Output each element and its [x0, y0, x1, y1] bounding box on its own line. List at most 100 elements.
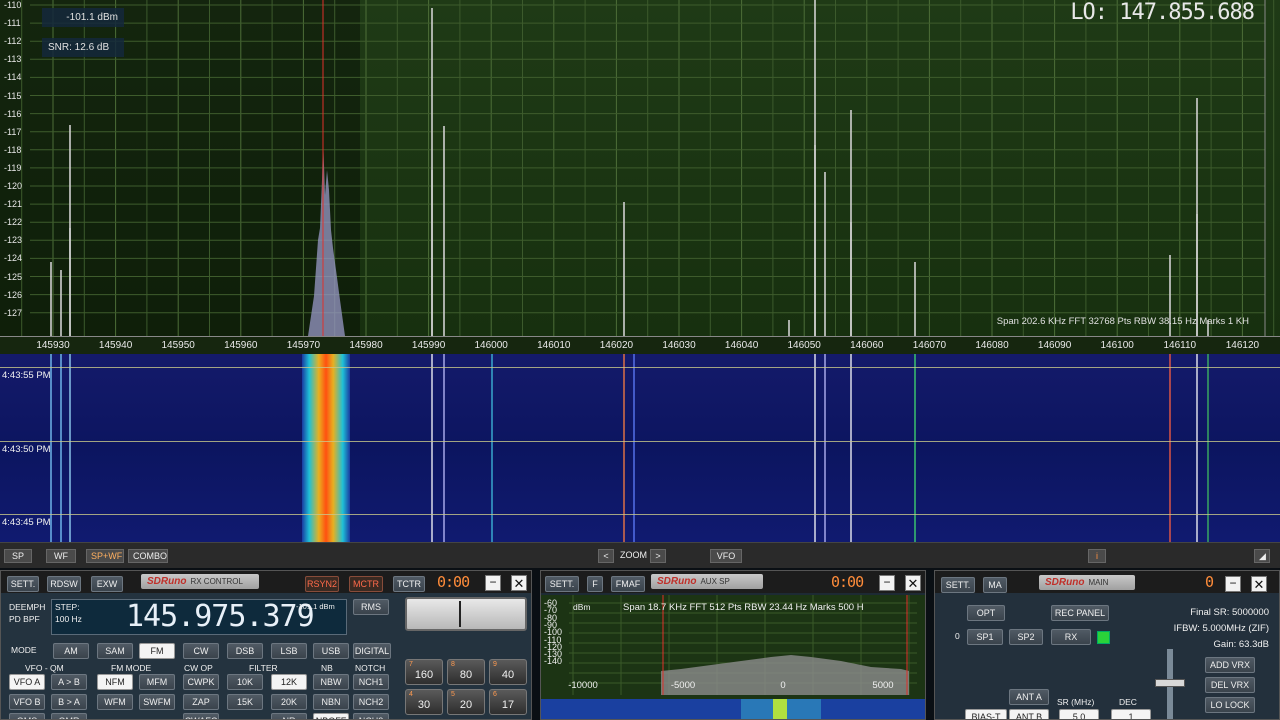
aux-spectrum[interactable]: dBm Span 18.7 KHz FFT 512 Pts RBW 23.44 …: [541, 595, 925, 719]
lo-readout[interactable]: LO: 147.855.688: [1070, 0, 1255, 25]
rsyn2-button[interactable]: RSYN2: [305, 576, 339, 592]
minimize-icon[interactable]: −: [879, 575, 895, 591]
rx-button-vfoa[interactable]: VFO A: [9, 674, 45, 690]
rx-button-nch1[interactable]: NCH1: [353, 674, 389, 690]
rx-button-swfm[interactable]: SWFM: [139, 694, 175, 710]
resize-icon[interactable]: ◢: [1254, 549, 1270, 563]
aux-sett-button[interactable]: SETT.: [545, 576, 579, 592]
rx-button-nch3[interactable]: NCH3: [353, 713, 389, 719]
pd-bpf-label[interactable]: PD BPF: [9, 614, 40, 624]
rx-button-15k[interactable]: 15K: [227, 694, 263, 710]
rx-button-nbw[interactable]: NBW: [313, 674, 349, 690]
db-tick: -125: [4, 271, 23, 282]
rx-button-ba[interactable]: B > A: [51, 694, 87, 710]
mode-button-fm[interactable]: FM: [139, 643, 175, 659]
sr-select[interactable]: 5.0: [1059, 709, 1099, 719]
sp2-button[interactable]: SP2: [1009, 629, 1043, 645]
ant-b-button[interactable]: ANT B: [1009, 709, 1049, 719]
rx-button-ab[interactable]: A > B: [51, 674, 87, 690]
f-button[interactable]: F: [587, 576, 603, 592]
rx-button[interactable]: RX: [1051, 629, 1091, 645]
vfo-button[interactable]: VFO: [710, 549, 742, 563]
exw-button[interactable]: EXW: [91, 576, 123, 592]
frequency-display[interactable]: STEP: 100 Hz 145.975.379 -101.1 dBm: [51, 599, 347, 635]
sp-button[interactable]: SP: [4, 549, 32, 563]
rx-sett-button[interactable]: SETT.: [7, 576, 39, 592]
info-icon[interactable]: i: [1088, 549, 1106, 563]
mode-button-dsb[interactable]: DSB: [227, 643, 263, 659]
del-vrx-button[interactable]: DEL VRX: [1205, 677, 1255, 693]
deemph-label[interactable]: DEEMPH: [9, 602, 45, 612]
rx-button-nch2[interactable]: NCH2: [353, 694, 389, 710]
waterfall[interactable]: 4:43:55 PM 4:43:50 PM 4:43:45 PM: [0, 354, 1280, 542]
band-key[interactable]: 6 17: [489, 689, 527, 715]
rx-button-mfm[interactable]: MFM: [139, 674, 175, 690]
band-key[interactable]: 9 40: [489, 659, 527, 685]
sp1-button[interactable]: SP1: [967, 629, 1003, 645]
fmaf-button[interactable]: FMAF: [611, 576, 645, 592]
close-icon[interactable]: ✕: [1251, 576, 1267, 592]
mctr-button[interactable]: MCTR: [349, 576, 383, 592]
mode-button-cw[interactable]: CW: [183, 643, 219, 659]
rx-button-qmr[interactable]: QMR: [51, 713, 87, 719]
rx-button-nboff[interactable]: NBOFF: [313, 713, 349, 719]
rec-panel-button[interactable]: REC PANEL: [1051, 605, 1109, 621]
rx-button-cwafc[interactable]: CWAFC: [183, 713, 219, 719]
rx-button-zap[interactable]: ZAP: [183, 694, 219, 710]
rms-button[interactable]: RMS: [353, 599, 389, 615]
zoom-out-button[interactable]: <: [598, 549, 614, 563]
band-key[interactable]: 7 160: [405, 659, 443, 685]
step-value[interactable]: 100 Hz: [55, 614, 82, 624]
rx-button-10k[interactable]: 10K: [227, 674, 263, 690]
ant-a-button[interactable]: ANT A: [1009, 689, 1049, 705]
minimize-icon[interactable]: −: [1225, 576, 1241, 592]
close-icon[interactable]: ✕: [511, 575, 527, 591]
bias-t-button[interactable]: BIAS-T: [965, 709, 1007, 719]
mode-button-digital[interactable]: DIGITAL: [353, 643, 391, 659]
freq-tick: 146120: [1225, 340, 1260, 351]
vfo-frequency[interactable]: 145.975.379: [126, 599, 315, 634]
db-tick: -124: [4, 253, 23, 264]
rx-button-12k[interactable]: 12K: [271, 674, 307, 690]
main-panel: SETT. MA SDRuno MAIN 0 − ✕ OPT REC PANEL …: [934, 570, 1280, 720]
rx-button-20k[interactable]: 20K: [271, 694, 307, 710]
wf-button[interactable]: WF: [46, 549, 76, 563]
band-key-value: 30: [417, 699, 431, 711]
aux-span-info: Span 18.7 KHz FFT 512 Pts RBW 23.44 Hz M…: [623, 602, 864, 613]
ifbw: IFBW: 5.000MHz (ZIF): [1173, 623, 1269, 634]
rx-button-qms[interactable]: QMS: [9, 713, 45, 719]
freq-tick: 146020: [599, 340, 634, 351]
rx-button-nfm[interactable]: NFM: [97, 674, 133, 690]
rx-button-vfob[interactable]: VFO B: [9, 694, 45, 710]
rx-button-nr[interactable]: NR: [271, 713, 307, 719]
mode-button-am[interactable]: AM: [53, 643, 89, 659]
band-key[interactable]: 5 20: [447, 689, 485, 715]
rx-button-wfm[interactable]: WFM: [97, 694, 133, 710]
band-key[interactable]: 8 80: [447, 659, 485, 685]
frequency-axis[interactable]: 145930 145940 145950 145960 145970 145980 1459…: [0, 336, 1280, 354]
band-key-number: 9: [493, 661, 497, 668]
mode-button-usb[interactable]: USB: [313, 643, 349, 659]
opt-button[interactable]: OPT: [967, 605, 1005, 621]
sp-wf-button[interactable]: SP+WF: [86, 549, 124, 563]
tctr-button[interactable]: TCTR: [393, 576, 425, 592]
band-key[interactable]: 4 30: [405, 689, 443, 715]
combo-button[interactable]: COMBO: [128, 549, 168, 563]
zoom-in-button[interactable]: >: [650, 549, 666, 563]
rdsw-button[interactable]: RDSW: [47, 576, 81, 592]
main-sett-button[interactable]: SETT.: [941, 577, 975, 593]
rx-button-nbn[interactable]: NBN: [313, 694, 349, 710]
add-vrx-button[interactable]: ADD VRX: [1205, 657, 1255, 673]
main-spectrum[interactable]: -110 -111 -112 -113 -114 -115 -116 -117 -118 -119…: [0, 0, 1280, 336]
minimize-icon[interactable]: −: [485, 575, 501, 591]
rx-button-cwpk[interactable]: CWPK: [183, 674, 219, 690]
lo-lock-button[interactable]: LO LOCK: [1205, 697, 1255, 713]
ma-button[interactable]: MA: [983, 577, 1007, 593]
gain-slider-thumb[interactable]: [1155, 679, 1185, 687]
mode-button-sam[interactable]: SAM: [97, 643, 133, 659]
band-key-number: 8: [451, 661, 455, 668]
close-icon[interactable]: ✕: [905, 575, 921, 591]
mode-button-lsb[interactable]: LSB: [271, 643, 307, 659]
freq-tick: 146070: [912, 340, 947, 351]
dec-select[interactable]: 1: [1111, 709, 1151, 719]
